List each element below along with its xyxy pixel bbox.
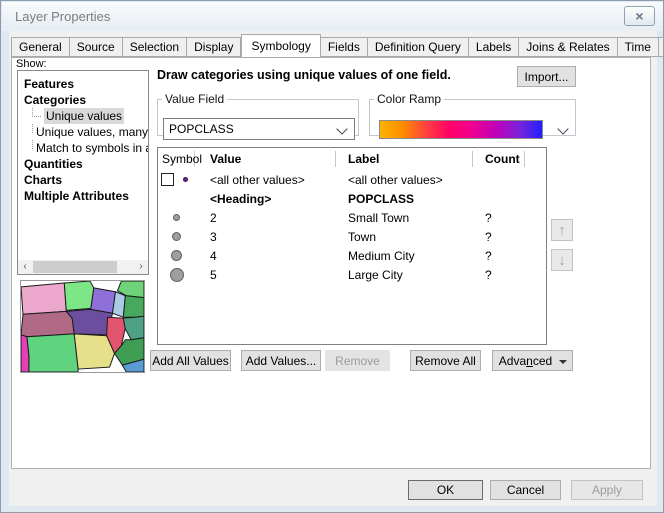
tree-item-unique-values-many[interactable]: Unique values, many	[18, 124, 148, 140]
tree-item-categories[interactable]: Categories	[18, 92, 148, 108]
cancel-button[interactable]: Cancel	[490, 480, 561, 500]
remove-all-button[interactable]: Remove All	[410, 350, 481, 371]
symbology-tab-page: Show: Features Categories Unique values …	[11, 57, 651, 469]
tree-item-match-symbols[interactable]: Match to symbols in a	[18, 140, 148, 156]
tree-horizontal-scrollbar[interactable]: ‹ ›	[18, 260, 148, 274]
tree-item-charts[interactable]: Charts	[18, 172, 148, 188]
tree-item-quantities[interactable]: Quantities	[18, 156, 148, 172]
map-preview	[20, 280, 145, 373]
show-label: Show:	[16, 58, 47, 70]
scroll-thumb[interactable]	[33, 261, 117, 273]
tree-connector	[32, 124, 33, 133]
symbol-dot[interactable]	[183, 177, 188, 182]
tab-source[interactable]: Source	[70, 37, 123, 57]
close-button[interactable]: ×	[624, 6, 655, 26]
chevron-down-icon	[336, 123, 347, 134]
tab-html-popup[interactable]: HTML Popup	[659, 37, 664, 57]
tab-labels[interactable]: Labels	[469, 37, 519, 57]
advanced-button[interactable]: Advanced	[492, 350, 573, 371]
dropdown-arrow-icon	[559, 360, 567, 364]
tree-connector	[32, 108, 41, 117]
color-ramp-dropdown[interactable]	[379, 120, 569, 140]
close-icon: ×	[635, 8, 643, 24]
scroll-left-icon[interactable]: ‹	[18, 260, 32, 274]
color-ramp-group-label: Color Ramp	[374, 92, 444, 106]
move-up-button[interactable]: ↑	[551, 219, 573, 241]
symbol-dot[interactable]	[171, 250, 182, 261]
tree-item-unique-values[interactable]: Unique values	[18, 108, 148, 124]
values-table: Symbol Value Label Count <all other valu…	[157, 147, 547, 345]
import-button[interactable]: Import...	[517, 66, 576, 87]
symbol-dot[interactable]	[170, 268, 184, 282]
column-label: Label	[336, 151, 473, 167]
column-symbol: Symbol	[158, 151, 195, 167]
value-field-group-label: Value Field	[162, 92, 227, 106]
table-row[interactable]: <Heading> POPCLASS	[158, 189, 546, 208]
table-row[interactable]: 3 Town ?	[158, 227, 546, 246]
symbol-dot[interactable]	[172, 232, 181, 241]
value-field-group: Value Field POPCLASS	[157, 92, 359, 136]
tab-definition-query[interactable]: Definition Query	[368, 37, 469, 57]
description-text: Draw categories using unique values of o…	[157, 68, 509, 82]
ok-button[interactable]: OK	[408, 480, 483, 500]
chevron-down-icon	[557, 123, 568, 134]
apply-button: Apply	[571, 480, 643, 500]
table-row[interactable]: <all other values> <all other values>	[158, 170, 546, 189]
tab-fields[interactable]: Fields	[321, 37, 368, 57]
column-value: Value	[195, 151, 336, 167]
add-all-values-button[interactable]: Add All Values	[150, 350, 231, 371]
table-row[interactable]: 2 Small Town ?	[158, 208, 546, 227]
tree-item-features[interactable]: Features	[18, 76, 148, 92]
value-field-dropdown[interactable]: POPCLASS	[163, 118, 355, 140]
layer-properties-dialog: Layer Properties × General Source Select…	[0, 0, 664, 513]
show-tree: Features Categories Unique values Unique…	[17, 70, 149, 275]
all-other-values-checkbox[interactable]	[161, 173, 174, 186]
color-ramp-swatch	[379, 120, 543, 139]
tab-display[interactable]: Display	[187, 37, 241, 57]
value-field-selected: POPCLASS	[169, 122, 234, 136]
tab-selection[interactable]: Selection	[123, 37, 187, 57]
color-ramp-group: Color Ramp	[369, 92, 576, 136]
window-title: Layer Properties	[15, 9, 110, 24]
tab-time[interactable]: Time	[618, 37, 659, 57]
tree-connector	[32, 140, 33, 149]
move-down-button[interactable]: ↓	[551, 249, 573, 271]
tree-item-multiple-attributes[interactable]: Multiple Attributes	[18, 188, 148, 204]
title-bar[interactable]: Layer Properties	[2, 2, 663, 31]
table-header: Symbol Value Label Count	[158, 148, 546, 170]
tab-symbology[interactable]: Symbology	[241, 34, 320, 58]
arrow-up-icon: ↑	[558, 222, 566, 239]
add-values-button[interactable]: Add Values...	[241, 350, 321, 371]
table-row[interactable]: 5 Large City ?	[158, 265, 546, 284]
scroll-right-icon[interactable]: ›	[134, 260, 148, 274]
table-row[interactable]: 4 Medium City ?	[158, 246, 546, 265]
tab-joins-relates[interactable]: Joins & Relates	[519, 37, 617, 57]
arrow-down-icon: ↓	[558, 252, 566, 269]
tab-general[interactable]: General	[11, 37, 70, 57]
tab-strip: General Source Selection Display Symbolo…	[11, 36, 664, 57]
remove-button: Remove	[325, 350, 390, 371]
column-count: Count	[473, 151, 525, 167]
symbol-dot[interactable]	[173, 214, 180, 221]
